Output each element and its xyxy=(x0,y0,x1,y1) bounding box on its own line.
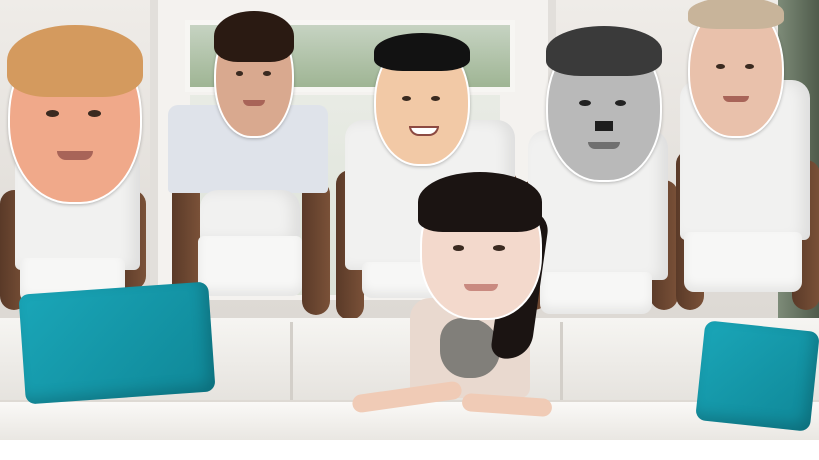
pasted-head-4 xyxy=(545,26,663,182)
sofa-seam xyxy=(290,322,293,408)
eye xyxy=(492,245,505,251)
hair xyxy=(688,0,784,29)
pasted-head-3 xyxy=(374,32,470,166)
right-arm xyxy=(302,180,330,315)
eye xyxy=(615,100,627,106)
mouth xyxy=(723,95,749,103)
white-shorts xyxy=(198,236,302,296)
eye xyxy=(235,71,244,76)
eye xyxy=(452,245,465,251)
teal-cushion-left xyxy=(18,281,216,405)
floor xyxy=(0,440,819,460)
smiling-mouth xyxy=(409,126,439,137)
pasted-head-1 xyxy=(7,25,143,204)
mouth xyxy=(588,141,620,149)
hair xyxy=(7,25,143,97)
eye xyxy=(88,110,101,117)
sofa-seam xyxy=(560,322,563,408)
mouth xyxy=(464,284,498,292)
eye xyxy=(579,100,591,106)
mouth xyxy=(56,151,94,160)
white-shorts xyxy=(684,232,802,292)
pasted-head-2 xyxy=(214,11,294,138)
hair xyxy=(374,32,470,71)
white-tshirt xyxy=(200,190,300,240)
white-shorts xyxy=(540,272,652,314)
eye xyxy=(263,71,271,76)
hair xyxy=(214,11,294,62)
teal-cushion-right xyxy=(695,320,819,432)
eye xyxy=(431,95,441,101)
eye xyxy=(401,95,411,101)
mouth xyxy=(243,100,265,106)
mustache xyxy=(595,120,613,132)
hair xyxy=(418,172,542,232)
eye xyxy=(715,63,725,69)
eye xyxy=(745,63,755,69)
pasted-head-5 xyxy=(688,0,784,138)
hair xyxy=(545,26,663,77)
collage-scene xyxy=(0,0,819,460)
eye xyxy=(46,110,60,117)
